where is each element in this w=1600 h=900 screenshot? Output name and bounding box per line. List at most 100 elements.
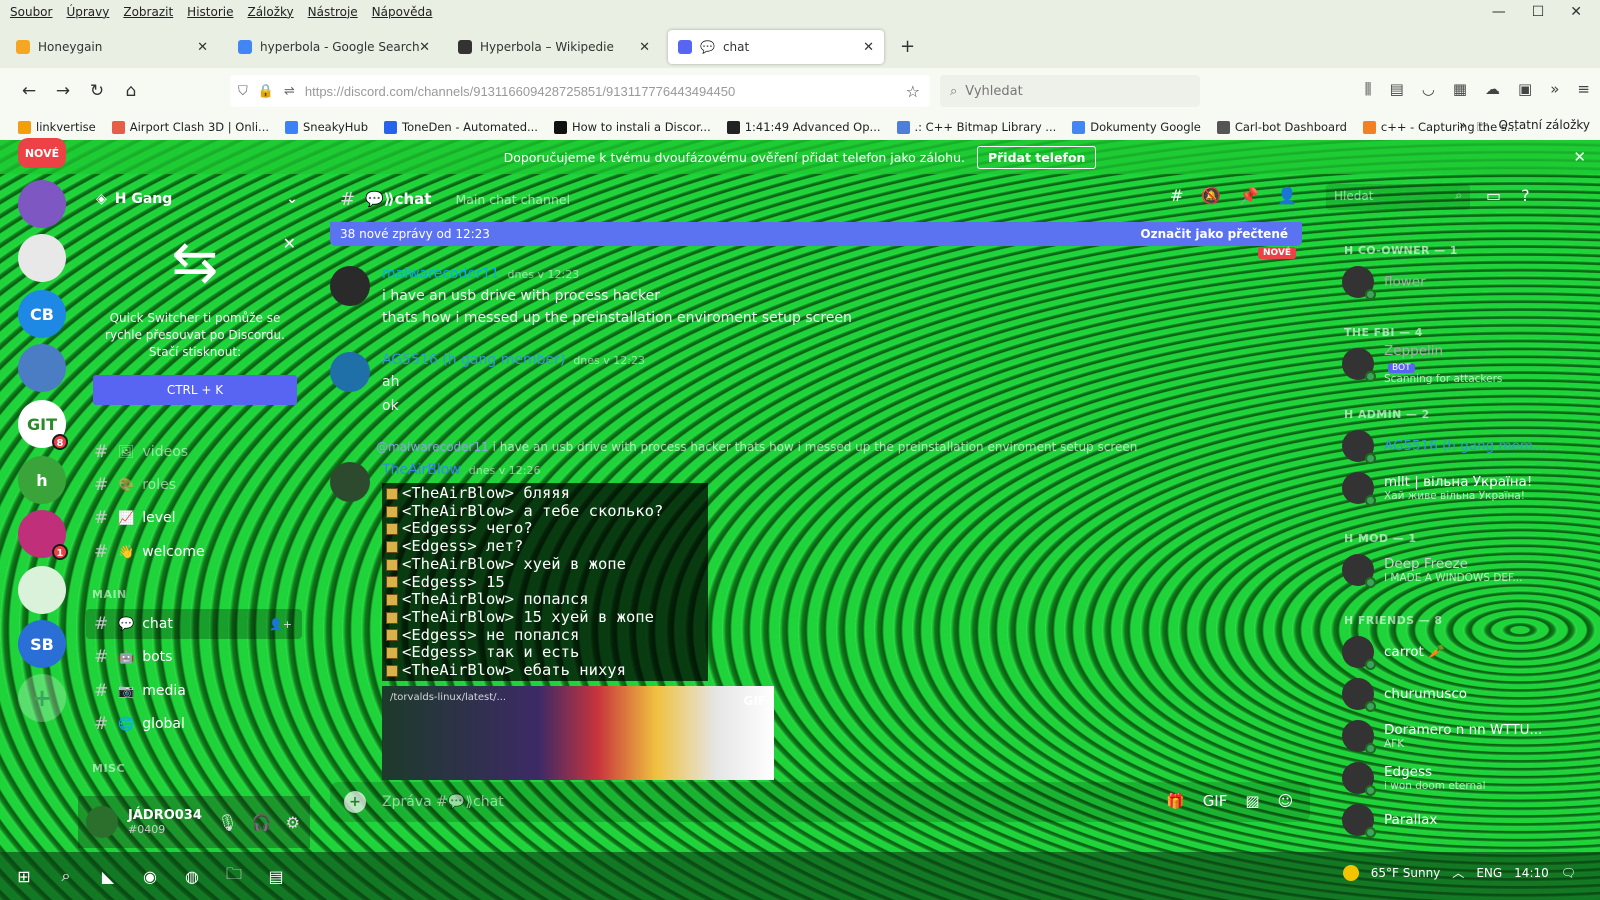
tab-title[interactable]: chat <box>723 40 749 54</box>
bookmark-label[interactable]: SneakyHub <box>303 120 368 134</box>
server-icon-8[interactable] <box>18 566 66 614</box>
avatar[interactable] <box>1342 720 1376 754</box>
minimize-button[interactable]: — <box>1492 4 1506 20</box>
avatar[interactable] <box>1342 804 1376 838</box>
channel-name[interactable]: level <box>142 510 175 526</box>
reload-icon[interactable]: ↻ <box>80 81 114 101</box>
channel-name[interactable]: bots <box>142 649 172 665</box>
search-icon[interactable]: ⌕ <box>52 866 80 886</box>
new-messages-bar[interactable]: 38 nové zprávy od 12:23 Označit jako pře… <box>330 222 1302 246</box>
bookmark-8[interactable]: Carl-bot Dashboard <box>1216 120 1347 134</box>
bookmark-label[interactable]: ToneDen - Automated... <box>402 120 538 134</box>
gif-icon[interactable]: GIF <box>1203 792 1228 810</box>
discord-app-icon[interactable]: ◉ <box>136 867 164 886</box>
channel-main-3[interactable]: # 🌐 global <box>86 709 302 739</box>
bookmark-5[interactable]: 1:41:49 Advanced Op... <box>726 120 881 134</box>
member-row[interactable]: mllt | вільна Україна! Хай живе вільна Ук… <box>1342 468 1562 508</box>
member-name[interactable]: AG5516 (h gang mem... <box>1384 438 1546 454</box>
bookmark-3[interactable]: ToneDen - Automated... <box>384 120 538 134</box>
add-phone-button[interactable]: Přidat telefon <box>976 145 1097 169</box>
tray-chevron-icon[interactable]: ︿ <box>1452 864 1464 881</box>
tab-close-icon[interactable]: ✕ <box>863 40 874 55</box>
tab-close-icon[interactable]: ✕ <box>197 40 208 55</box>
member-row[interactable]: Edgess i won doom eternal <box>1342 758 1562 798</box>
channel-name[interactable]: videos <box>143 444 189 460</box>
member-name[interactable]: Deep Freeze <box>1384 556 1522 572</box>
server-icon-1[interactable] <box>18 180 66 228</box>
bookmark-star-icon[interactable]: ☆ <box>906 82 920 101</box>
avatar[interactable] <box>330 462 370 502</box>
library-icon[interactable]: ⫼ <box>1365 80 1372 98</box>
mute-icon[interactable]: 🎙 <box>217 813 237 832</box>
tab-2[interactable]: Hyperbola – Wikipedie ✕ <box>448 30 660 64</box>
pin-icon[interactable]: 📌 <box>1239 186 1259 205</box>
extension-icon-2[interactable]: ▣ <box>1518 80 1532 98</box>
emoji-icon[interactable]: ☺ <box>1278 792 1294 810</box>
shield-icon[interactable]: ⛉ <box>238 84 248 99</box>
menu-item-2[interactable]: Zobrazit <box>123 5 173 19</box>
bookmark-label[interactable]: Dokumenty Google <box>1090 120 1201 134</box>
member-row[interactable]: carrot 🥕 <box>1342 632 1562 672</box>
member-name[interactable]: Edgess <box>1384 764 1486 780</box>
channel-2[interactable]: # 📈 level <box>86 503 302 533</box>
message-composer[interactable]: + Zpráva #💬⟫chat <box>330 782 1310 822</box>
avatar[interactable] <box>1342 472 1376 506</box>
bookmark-6[interactable]: .: C++ Bitmap Library ... <box>896 120 1057 134</box>
help-icon[interactable]: ? <box>1521 186 1530 205</box>
gif-attachment[interactable]: /torvalds-linux/latest/... GIF <box>382 686 774 780</box>
bookmark-label[interactable]: linkvertise <box>36 120 96 134</box>
avatar[interactable] <box>1342 636 1376 670</box>
message-author[interactable]: AG5516 (h gang member) <box>382 352 565 368</box>
maximize-button[interactable]: ☐ <box>1532 4 1545 20</box>
url-text[interactable]: https://discord.com/channels/91311660942… <box>305 84 735 99</box>
channel-name[interactable]: roles <box>142 477 176 493</box>
back-icon[interactable]: ← <box>12 81 46 101</box>
bookmark-4[interactable]: How to instali a Discor... <box>553 120 711 134</box>
channel-1[interactable]: # 🎨 roles <box>86 470 302 500</box>
server-icon-3[interactable]: CB <box>18 290 66 338</box>
tip-close-icon[interactable]: ✕ <box>283 234 296 253</box>
pocket-icon[interactable]: ◡ <box>1422 80 1435 98</box>
bookmark-label[interactable]: How to instali a Discor... <box>572 120 711 134</box>
bookmark-label[interactable]: Airport Clash 3D | Onli... <box>130 120 269 134</box>
avatar[interactable] <box>1342 266 1376 300</box>
chevron-down-icon[interactable]: ⌄ <box>286 191 298 207</box>
menu-item-4[interactable]: Záložky <box>247 5 293 19</box>
bookmarks-more-button[interactable]: » <box>1459 118 1466 139</box>
channel-name[interactable]: media <box>142 683 186 699</box>
category-misc[interactable]: MISC <box>92 762 125 775</box>
member-row[interactable]: Doramero n nn WTTU... AFK <box>1342 716 1562 756</box>
clock[interactable]: 14:10 <box>1514 866 1549 880</box>
app-menu-icon[interactable]: ≡ <box>1577 80 1590 98</box>
bookmark-0[interactable]: linkvertise <box>18 120 96 134</box>
visual-studio-icon[interactable]: ◣ <box>94 867 122 886</box>
server-icon-2[interactable] <box>18 234 66 282</box>
tab-title[interactable]: Honeygain <box>38 40 102 54</box>
menu-item-6[interactable]: Nápověda <box>372 5 433 19</box>
channel-3[interactable]: # 👋 welcome <box>86 537 302 567</box>
notepad-icon[interactable]: ▤ <box>262 867 290 886</box>
windows-start-icon[interactable]: ⊞ <box>10 867 38 886</box>
member-search-input[interactable]: Hledat ⌕ <box>1326 184 1470 210</box>
avatar[interactable] <box>1342 430 1376 464</box>
avatar[interactable] <box>86 806 118 838</box>
container-icon[interactable]: ▦ <box>1453 80 1467 98</box>
menu-item-0[interactable]: Soubor <box>10 5 52 19</box>
threads-icon[interactable]: # <box>1170 186 1183 205</box>
menu-item-1[interactable]: Úpravy <box>66 5 109 19</box>
member-row[interactable]: Zeppelin BOT Scanning for attackers <box>1342 343 1562 385</box>
member-row[interactable]: Parallax <box>1342 800 1562 840</box>
bookmark-1[interactable]: Airport Clash 3D | Onli... <box>111 120 269 134</box>
members-icon[interactable]: 👤 <box>1277 186 1297 205</box>
new-tab-button[interactable]: + <box>900 36 915 57</box>
server-icon-5[interactable]: GIT 8 <box>18 400 68 450</box>
avatar[interactable] <box>1342 678 1376 712</box>
member-name[interactable]: flower <box>1384 274 1426 290</box>
tab-close-icon[interactable]: ✕ <box>419 40 430 55</box>
channel-main-1[interactable]: # 🤖 bots <box>86 642 302 672</box>
member-name[interactable]: Parallax <box>1384 812 1437 828</box>
settings-gear-icon[interactable]: ⚙ <box>286 813 300 832</box>
server-icon-7[interactable]: 1 <box>18 510 68 560</box>
message-author[interactable]: TheAirBlow <box>382 462 461 478</box>
bookmark-label[interactable]: .: C++ Bitmap Library ... <box>915 120 1057 134</box>
